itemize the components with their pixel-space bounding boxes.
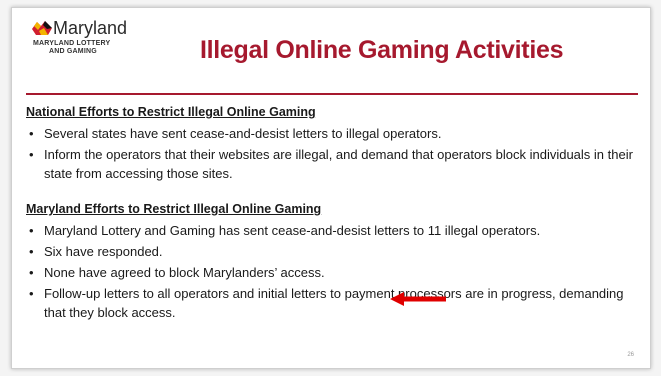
slide-title: Illegal Online Gaming Activities <box>200 36 564 64</box>
page: Maryland MARYLAND LOTTERY AND GAMING Ill… <box>0 0 661 376</box>
bullet-item: Several states have sent cease-and-desis… <box>26 124 646 143</box>
bullet-item: Six have responded. <box>26 242 646 261</box>
maryland-efforts-section: Maryland Efforts to Restrict Illegal Onl… <box>26 201 646 322</box>
bullet-item: Inform the operators that their websites… <box>26 145 646 183</box>
bullet-item: Maryland Lottery and Gaming has sent cea… <box>26 221 646 240</box>
page-number: 26 <box>627 352 634 358</box>
red-arrow-icon <box>390 292 446 306</box>
slide-header: Maryland MARYLAND LOTTERY AND GAMING Ill… <box>12 8 650 98</box>
bullet-item-highlighted: None have agreed to block Marylanders’ a… <box>26 263 646 282</box>
bullet-list: Maryland Lottery and Gaming has sent cea… <box>26 221 646 322</box>
bullet-item: Follow-up letters to all operators and i… <box>26 284 646 322</box>
maryland-flag-icon <box>32 21 52 35</box>
section-heading: National Efforts to Restrict Illegal Onl… <box>26 105 316 119</box>
national-efforts-section: National Efforts to Restrict Illegal Onl… <box>26 104 646 183</box>
maryland-lottery-logo: Maryland MARYLAND LOTTERY AND GAMING <box>31 18 146 58</box>
logo-subtitle-line2: AND GAMING <box>49 48 97 55</box>
logo-name: Maryland <box>53 18 128 38</box>
header-divider <box>26 93 638 95</box>
section-heading: Maryland Efforts to Restrict Illegal Onl… <box>26 202 322 216</box>
logo-subtitle-line1: MARYLAND LOTTERY <box>33 40 111 47</box>
bullet-list: Several states have sent cease-and-desis… <box>26 124 646 183</box>
slide: Maryland MARYLAND LOTTERY AND GAMING Ill… <box>11 7 651 369</box>
slide-content: National Efforts to Restrict Illegal Onl… <box>26 104 646 324</box>
